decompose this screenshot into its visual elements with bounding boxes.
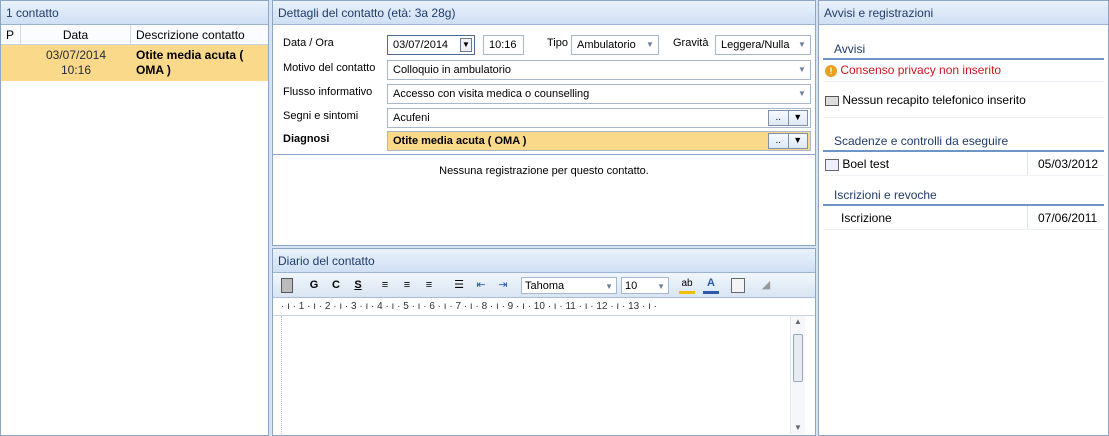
chevron-down-icon[interactable]: ▼ — [796, 85, 808, 103]
alerts-panel: Avvisi e registrazioni Avvisi ! Consenso… — [818, 0, 1109, 436]
underline-button[interactable]: S — [351, 277, 365, 294]
chevron-down-icon[interactable]: ▼ — [460, 38, 472, 52]
bold-button[interactable]: G — [307, 277, 321, 294]
highlight-icon[interactable]: ab — [679, 277, 695, 294]
calendar-warning-icon — [825, 158, 839, 171]
italic-button[interactable]: C — [329, 277, 343, 294]
table-row[interactable]: 03/07/2014 10:16 Otite media acuta ( OMA… — [1, 45, 268, 81]
warning-icon: ! — [825, 64, 837, 77]
alerts-section-header: Avvisi — [823, 38, 1104, 60]
diary-toolbar: G C S ≡ ≡ ≡ ☰ ⇤ ⇥ Tahoma ▼ 10 ▼ ab A ◢ — [273, 273, 815, 298]
contact-details-panel: Dettagli del contatto (età: 3a 28g) Data… — [272, 0, 816, 246]
reason-label: Motivo del contatto — [283, 62, 376, 74]
alerts-panel-title: Avvisi e registrazioni — [819, 1, 1108, 25]
diary-panel-title: Diario del contatto — [273, 249, 815, 273]
scrollbar-thumb[interactable] — [793, 334, 803, 382]
diagnosis-buttons: .. ▼ — [768, 133, 808, 149]
column-descrizione[interactable]: Descrizione contatto — [131, 25, 268, 44]
align-center-icon[interactable]: ≡ — [399, 277, 415, 294]
deadlines-section-header: Scadenze e controlli da eseguire — [823, 130, 1104, 152]
ruler: · ı · 1 · ı · 2 · ı · 3 · ı · 4 · ı · 5 … — [273, 298, 815, 316]
alert-privacy[interactable]: ! Consenso privacy non inserito — [823, 60, 1104, 82]
page-icon[interactable] — [281, 278, 293, 293]
chevron-down-icon[interactable]: ▼ — [787, 134, 808, 148]
reason-select[interactable]: Colloquio in ambulatorio ▼ — [387, 60, 811, 80]
column-data[interactable]: Data — [21, 25, 131, 44]
indent-icon[interactable]: ⇥ — [495, 277, 511, 294]
page-setup-icon[interactable] — [731, 278, 745, 293]
contacts-panel-title: 1 contatto — [1, 1, 268, 25]
contacts-panel: 1 contatto P Data Descrizione contatto 0… — [0, 0, 269, 436]
phone-icon — [825, 95, 839, 106]
diary-editor[interactable]: ▲ ▼ — [273, 316, 815, 434]
chevron-down-icon[interactable]: ▼ — [796, 61, 808, 79]
scroll-up-icon[interactable]: ▲ — [791, 316, 805, 328]
row-description: Otite media acuta ( OMA ) — [136, 48, 244, 77]
chevron-down-icon[interactable]: ▼ — [796, 36, 808, 54]
font-color-icon[interactable]: A — [703, 277, 719, 294]
severity-label: Gravità — [673, 37, 709, 49]
row-date: 03/07/2014 — [45, 48, 107, 62]
details-panel-title: Dettagli del contatto (età: 3a 28g) — [273, 1, 815, 25]
outdent-icon[interactable]: ⇤ — [473, 277, 489, 294]
chevron-down-icon[interactable]: ▼ — [787, 111, 808, 125]
time-input[interactable]: 10:16 — [483, 35, 524, 55]
chevron-down-icon[interactable]: ▼ — [657, 278, 665, 295]
row-time: 10:16 — [60, 63, 92, 77]
contacts-table-header: P Data Descrizione contatto — [1, 25, 268, 45]
align-left-icon[interactable]: ≡ — [377, 277, 393, 294]
font-size-select[interactable]: 10 ▼ — [621, 277, 669, 294]
eraser-icon[interactable]: ◢ — [759, 277, 773, 294]
numbered-list-icon[interactable]: ☰ — [451, 277, 467, 294]
row-datetime: 03/07/2014 10:16 — [21, 45, 131, 81]
font-select[interactable]: Tahoma ▼ — [521, 277, 617, 294]
symptoms-browse-button[interactable]: .. — [769, 111, 788, 125]
symptoms-label: Segni e sintomi — [283, 110, 359, 122]
severity-select[interactable]: Leggera/Nulla ▼ — [715, 35, 811, 55]
date-label: Data / Ora — [283, 37, 334, 49]
flow-label: Flusso informativo — [283, 86, 373, 98]
diagnosis-field[interactable]: Otite media acuta ( OMA ) .. ▼ — [387, 131, 811, 151]
date-picker[interactable]: 03/07/2014 ▼ — [387, 35, 475, 55]
column-p[interactable]: P — [1, 25, 21, 44]
symptoms-field[interactable]: Acufeni .. ▼ — [387, 108, 811, 128]
flow-select[interactable]: Accesso con visita medica o counselling … — [387, 84, 811, 104]
diagnosis-label: Diagnosi — [283, 133, 330, 145]
alert-phone[interactable]: Nessun recapito telefonico inserito — [823, 82, 1104, 118]
chevron-down-icon[interactable]: ▼ — [644, 36, 656, 54]
symptoms-buttons: .. ▼ — [768, 110, 808, 126]
empty-registrations-message: Nessuna registrazione per questo contatt… — [439, 165, 649, 177]
type-label: Tipo — [547, 37, 568, 49]
diagnosis-browse-button[interactable]: .. — [769, 134, 788, 148]
scrollbar[interactable]: ▲ ▼ — [790, 316, 805, 434]
enroll-row[interactable]: Iscrizione 07/06/2011 — [823, 206, 1104, 230]
chevron-down-icon[interactable]: ▼ — [605, 278, 613, 295]
enroll-section-header: Iscrizioni e revoche — [823, 184, 1104, 206]
scroll-down-icon[interactable]: ▼ — [791, 423, 805, 432]
type-select[interactable]: Ambulatorio ▼ — [571, 35, 659, 55]
deadline-row[interactable]: Boel test 05/03/2012 — [823, 152, 1104, 176]
details-form: Data / Ora 03/07/2014 ▼ 10:16 Tipo Ambul… — [273, 25, 815, 155]
align-right-icon[interactable]: ≡ — [421, 277, 437, 294]
diary-panel: Diario del contatto G C S ≡ ≡ ≡ ☰ ⇤ ⇥ Ta… — [272, 248, 816, 436]
